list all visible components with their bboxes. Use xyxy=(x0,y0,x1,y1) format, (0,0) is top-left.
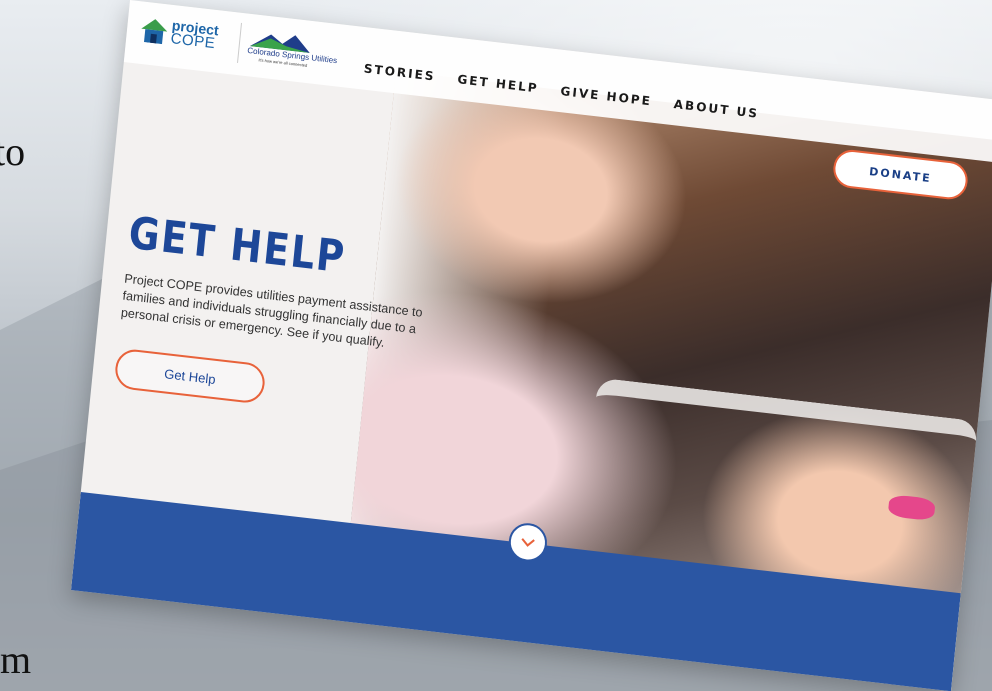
slide-text-fragment-top: to xyxy=(0,129,26,174)
hero-title: GET HELP xyxy=(126,207,348,284)
website-screenshot: project COPE Colorado Springs Utilities … xyxy=(71,0,992,691)
get-help-button[interactable]: Get Help xyxy=(113,347,267,405)
crib-rail xyxy=(584,377,978,558)
nav-get-help[interactable]: GET HELP xyxy=(457,72,539,95)
house-logo-icon xyxy=(141,19,168,45)
slide-text-fragment-bottom: m xyxy=(0,637,32,682)
project-cope-logo[interactable]: project COPE xyxy=(137,11,231,61)
nav-give-hope[interactable]: GIVE HOPE xyxy=(560,84,653,108)
colorado-springs-utilities-logo[interactable]: Colorado Springs Utilities It's how we'r… xyxy=(237,22,338,74)
nav-stories[interactable]: STORIES xyxy=(363,61,436,83)
chevron-down-icon xyxy=(521,538,535,547)
nav-about-us[interactable]: ABOUT US xyxy=(673,97,760,121)
